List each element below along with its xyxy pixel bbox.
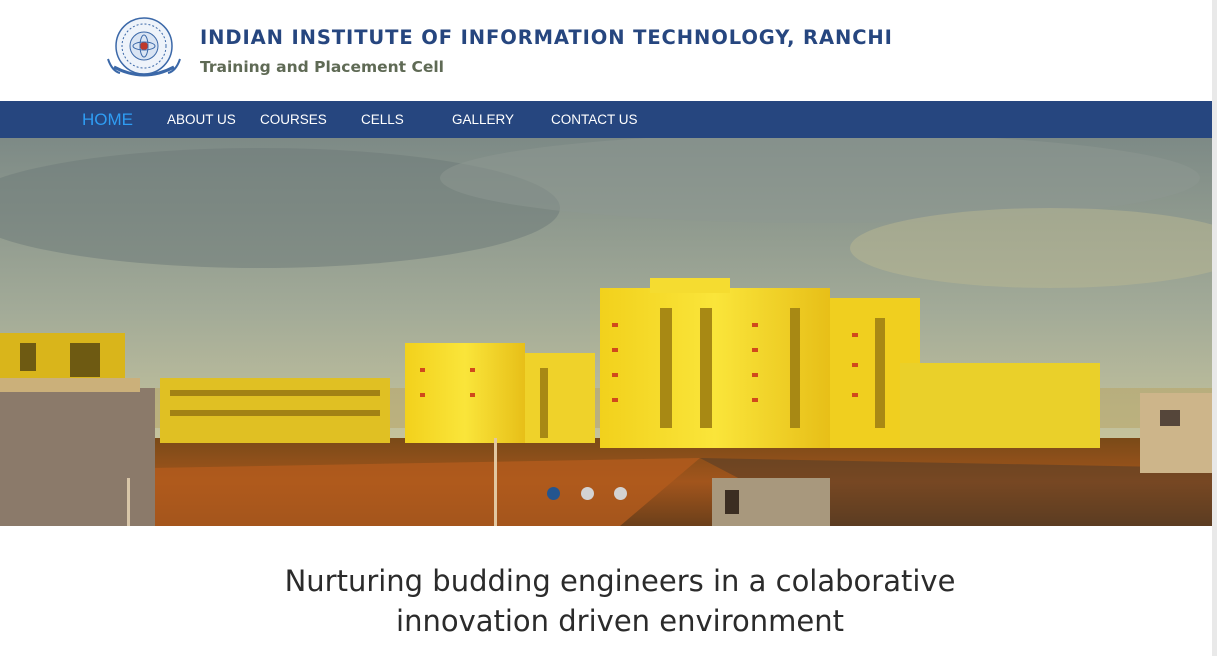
carousel-dot-2[interactable] [581,487,594,500]
institute-logo-icon[interactable] [104,15,184,83]
carousel-indicators [547,487,637,501]
tagline: Nurturing budding engineers in a colabor… [0,561,1217,641]
nav-gallery[interactable]: GALLERY [452,101,514,138]
carousel-dot-3[interactable] [614,487,627,500]
nav-about-us[interactable]: ABOUT US [167,101,236,138]
tagline-line-1: Nurturing budding engineers in a colabor… [284,564,956,598]
page-scrollbar-edge [1212,0,1217,656]
main-nav: HOME ABOUT US COURSES CELLS GALLERY CONT… [0,101,1212,138]
placement-cell-subtitle: Training and Placement Cell [200,58,444,76]
institute-name: INDIAN INSTITUTE OF INFORMATION TECHNOLO… [200,26,893,49]
hero-carousel[interactable] [0,138,1212,526]
nav-home[interactable]: HOME [82,101,133,138]
site-header: INDIAN INSTITUTE OF INFORMATION TECHNOLO… [0,0,1212,101]
nav-courses[interactable]: COURSES [260,101,327,138]
nav-cells[interactable]: CELLS [361,101,404,138]
nav-contact-us[interactable]: CONTACT US [551,101,638,138]
campus-buildings-photo [0,138,1212,526]
tagline-line-2: innovation driven environment [396,604,844,638]
carousel-dot-1[interactable] [547,487,560,500]
